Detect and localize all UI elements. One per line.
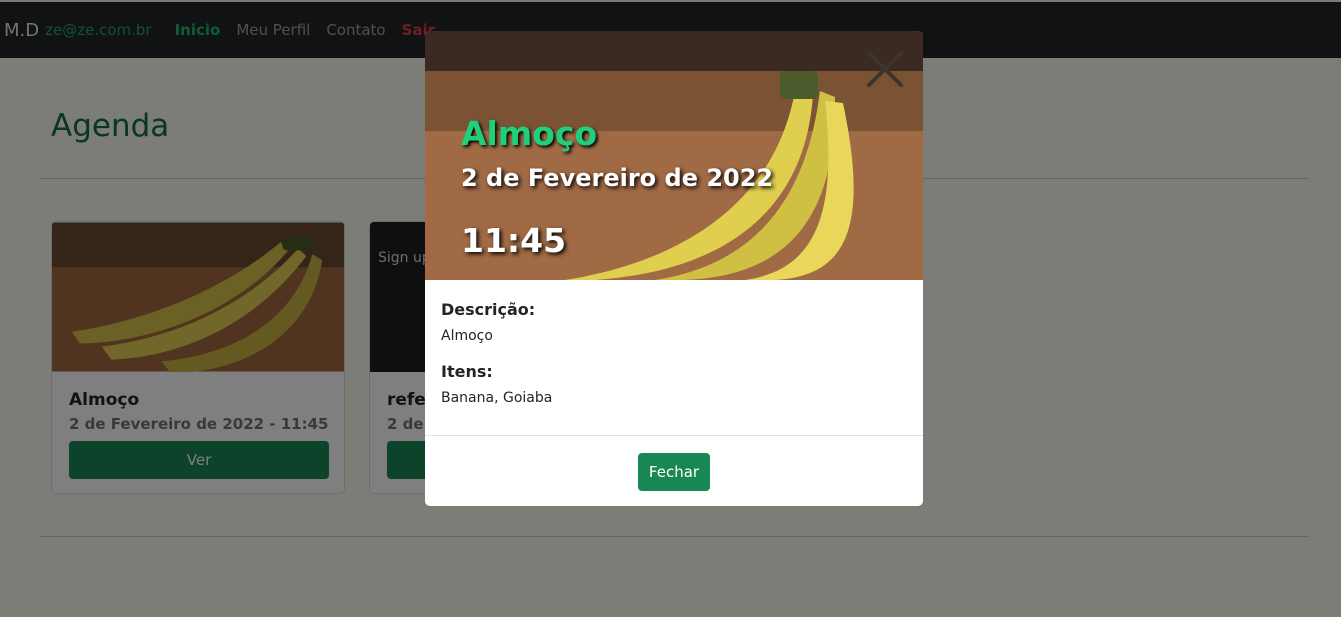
items-label: Itens: — [441, 362, 493, 381]
description-label: Descrição: — [441, 300, 536, 319]
modal-body: Descrição: Almoço Itens: Banana, Goiaba — [425, 280, 923, 406]
description-value: Almoço — [441, 328, 493, 344]
modal-time: 11:45 — [461, 221, 567, 260]
modal-title: Almoço — [461, 114, 598, 153]
modal-hero: Almoço 2 de Fevereiro de 2022 11:45 — [425, 31, 923, 280]
close-button[interactable]: Fechar — [638, 453, 710, 491]
modal-footer: Fechar — [425, 435, 923, 506]
close-icon[interactable] — [865, 49, 905, 89]
event-modal: Almoço 2 de Fevereiro de 2022 11:45 Desc… — [425, 31, 923, 506]
modal-date: 2 de Fevereiro de 2022 — [461, 164, 774, 192]
items-value: Banana, Goiaba — [441, 390, 553, 406]
